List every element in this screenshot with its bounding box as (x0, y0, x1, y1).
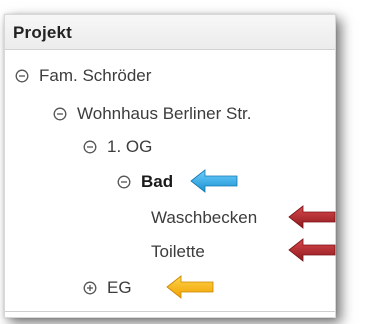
tree-node-house[interactable]: Wohnhaus Berliner Str. (53, 103, 252, 125)
red-arrow-annotation (288, 238, 336, 262)
tree-node-label: Bad (141, 172, 174, 191)
collapse-icon[interactable] (53, 107, 67, 121)
tree-node-toilette[interactable]: Toilette (151, 241, 205, 263)
project-tree-panel: Projekt Fam. Schröder Wohnhaus Berliner … (4, 14, 336, 318)
tree-node-label: Waschbecken (151, 208, 258, 227)
tree-node-label: 1. OG (107, 137, 153, 156)
tree-node-label: Toilette (151, 242, 205, 261)
blue-arrow-annotation (190, 169, 238, 193)
tree-node-label: Fam. Schröder (39, 66, 152, 85)
tree-node-family[interactable]: Fam. Schröder (15, 65, 151, 87)
tree-node-floor-eg[interactable]: EG (83, 277, 132, 299)
panel-title: Projekt (13, 23, 73, 42)
tree-node-label: EG (107, 278, 132, 297)
tree-node-waschbecken[interactable]: Waschbecken (151, 207, 257, 229)
panel-header: Projekt (5, 15, 335, 50)
collapse-icon[interactable] (117, 175, 131, 189)
expand-icon[interactable] (83, 281, 97, 295)
collapse-icon[interactable] (15, 69, 29, 83)
collapse-icon[interactable] (83, 140, 97, 154)
tree-node-bad[interactable]: Bad (117, 171, 173, 193)
tree-node-floor-1og[interactable]: 1. OG (83, 136, 152, 158)
yellow-arrow-annotation (166, 275, 214, 299)
red-arrow-annotation (288, 205, 336, 229)
panel-divider (5, 311, 335, 312)
tree-node-label: Wohnhaus Berliner Str. (77, 104, 252, 123)
